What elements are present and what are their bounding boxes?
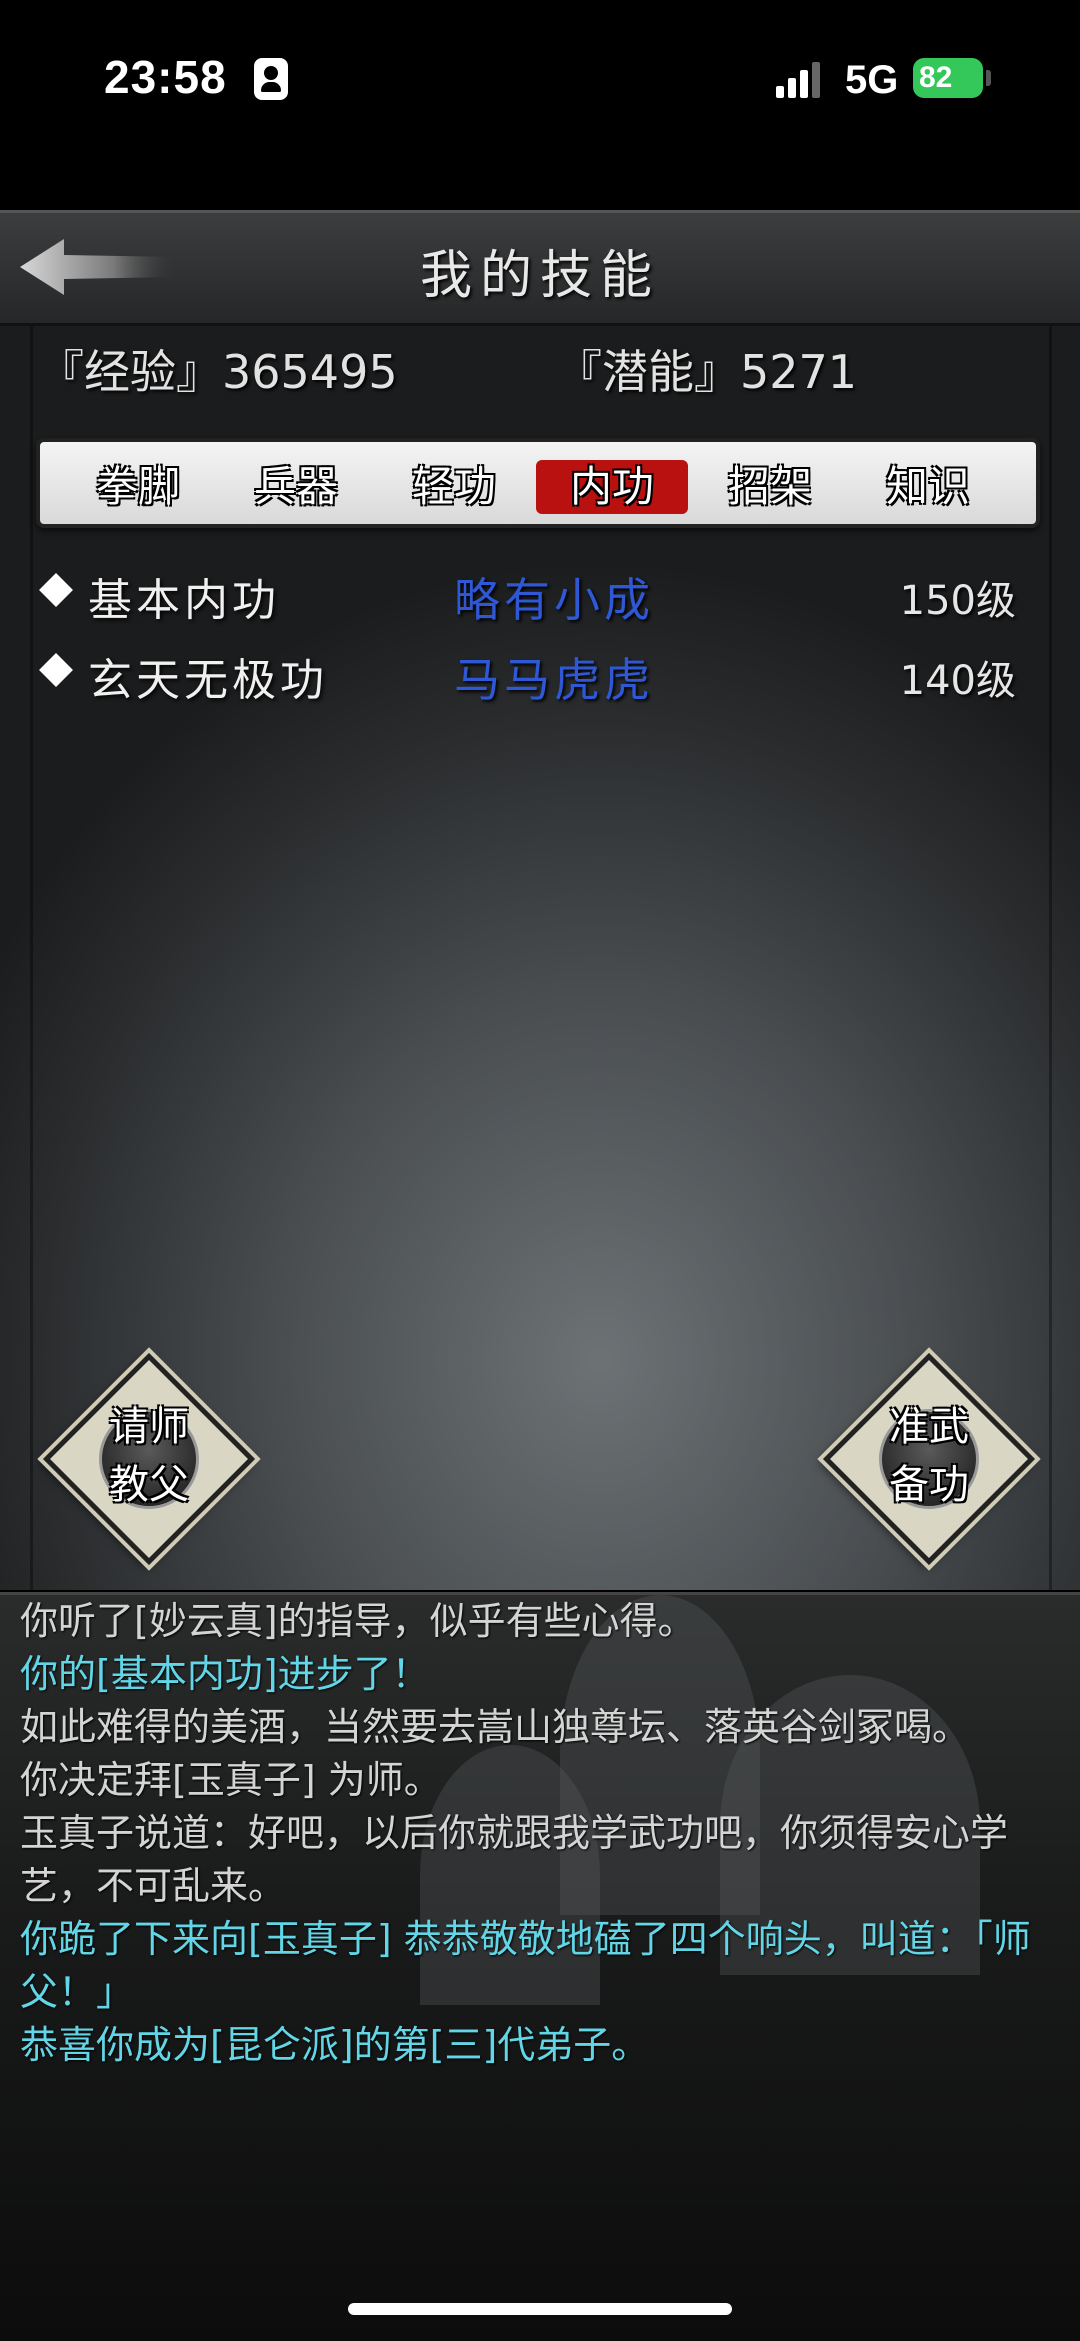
tab-light-skill[interactable]: 轻功 (378, 460, 530, 514)
signal-icon (776, 62, 824, 98)
tab-weapons[interactable]: 兵器 (220, 460, 372, 514)
ask-teacher-button[interactable]: 请师 教父 (42, 1352, 256, 1566)
tab-knowledge[interactable]: 知识 (852, 460, 1004, 514)
log-line: 玉真子说道：好吧，以后你就跟我学武功吧，你须得安心学艺，不可乱来。 (20, 1811, 1009, 1908)
skill-name: 基本内功 (88, 575, 280, 626)
prepare-skill-label: 准武 备功 (824, 1398, 1034, 1514)
status-time: 23:58 (104, 51, 227, 103)
log-line: 你跪了下来向[玉真子] 恭恭敬敬地磕了四个响头，叫道：「师父！」 (20, 1917, 1031, 2014)
skill-name: 玄天无极功 (88, 655, 328, 706)
potential-stat: 『潜能』5271 (556, 345, 858, 399)
home-indicator[interactable] (348, 2303, 732, 2315)
log-line: 你的[基本内功]进步了！ (20, 1652, 430, 1696)
experience-stat: 『经验』365495 (38, 345, 398, 399)
page-title: 我的技能 (419, 246, 660, 306)
bullet-diamond-icon (39, 573, 73, 607)
status-bar: 23:58 5G 82 (0, 0, 1080, 160)
skill-category-tabs: 拳脚 兵器 轻功 内功 招架 知识 (36, 438, 1040, 528)
log-line: 你决定拜[玉真子] 为师。 (20, 1758, 442, 1802)
skill-rank: 略有小成 (454, 573, 654, 627)
battery-level: 82 (919, 61, 953, 94)
prepare-skill-label-line2: 备功 (889, 1462, 969, 1508)
ask-teacher-label: 请师 教父 (44, 1398, 254, 1514)
tab-parry[interactable]: 招架 (694, 460, 846, 514)
app-root: 23:58 5G 82 我的技能 『经验』365495 『潜能』5271 拳脚 … (0, 0, 1080, 2341)
skill-level: 140级 (899, 658, 1016, 704)
skill-row[interactable]: 玄天无极功 马马虎虎 140级 (36, 636, 1036, 707)
network-type: 5G (845, 58, 899, 102)
bullet-diamond-icon (39, 653, 73, 687)
prepare-skill-label-line1: 准武 (889, 1404, 969, 1450)
header-bar: 我的技能 (0, 210, 1080, 326)
log-line: 如此难得的美酒，当然要去嵩山独尊坛、落英谷剑冢喝。 (20, 1705, 971, 1749)
log-lines: 你听了[妙云真]的指导，似乎有些心得。 你的[基本内功]进步了！ 如此难得的美酒… (20, 1595, 1060, 2072)
log-line: 恭喜你成为[昆仑派]的第[三]代弟子。 (20, 2023, 650, 2067)
tab-fist-kick[interactable]: 拳脚 (62, 460, 214, 514)
skill-level: 150级 (899, 578, 1016, 624)
message-log[interactable]: 你听了[妙云真]的指导，似乎有些心得。 你的[基本内功]进步了！ 如此难得的美酒… (0, 1592, 1080, 2341)
battery-icon: 82 (913, 58, 983, 98)
log-line: 你听了[妙云真]的指导，似乎有些心得。 (20, 1599, 696, 1643)
ask-teacher-label-line1: 请师 (109, 1404, 189, 1450)
battery-tip (986, 70, 991, 86)
focus-mode-icon (254, 58, 288, 100)
skill-row[interactable]: 基本内功 略有小成 150级 (36, 556, 1036, 627)
ask-teacher-label-line2: 教父 (109, 1462, 189, 1508)
tab-internal-skill[interactable]: 内功 (536, 460, 688, 514)
prepare-skill-button[interactable]: 准武 备功 (822, 1352, 1036, 1566)
skill-rank: 马马虎虎 (454, 653, 654, 707)
